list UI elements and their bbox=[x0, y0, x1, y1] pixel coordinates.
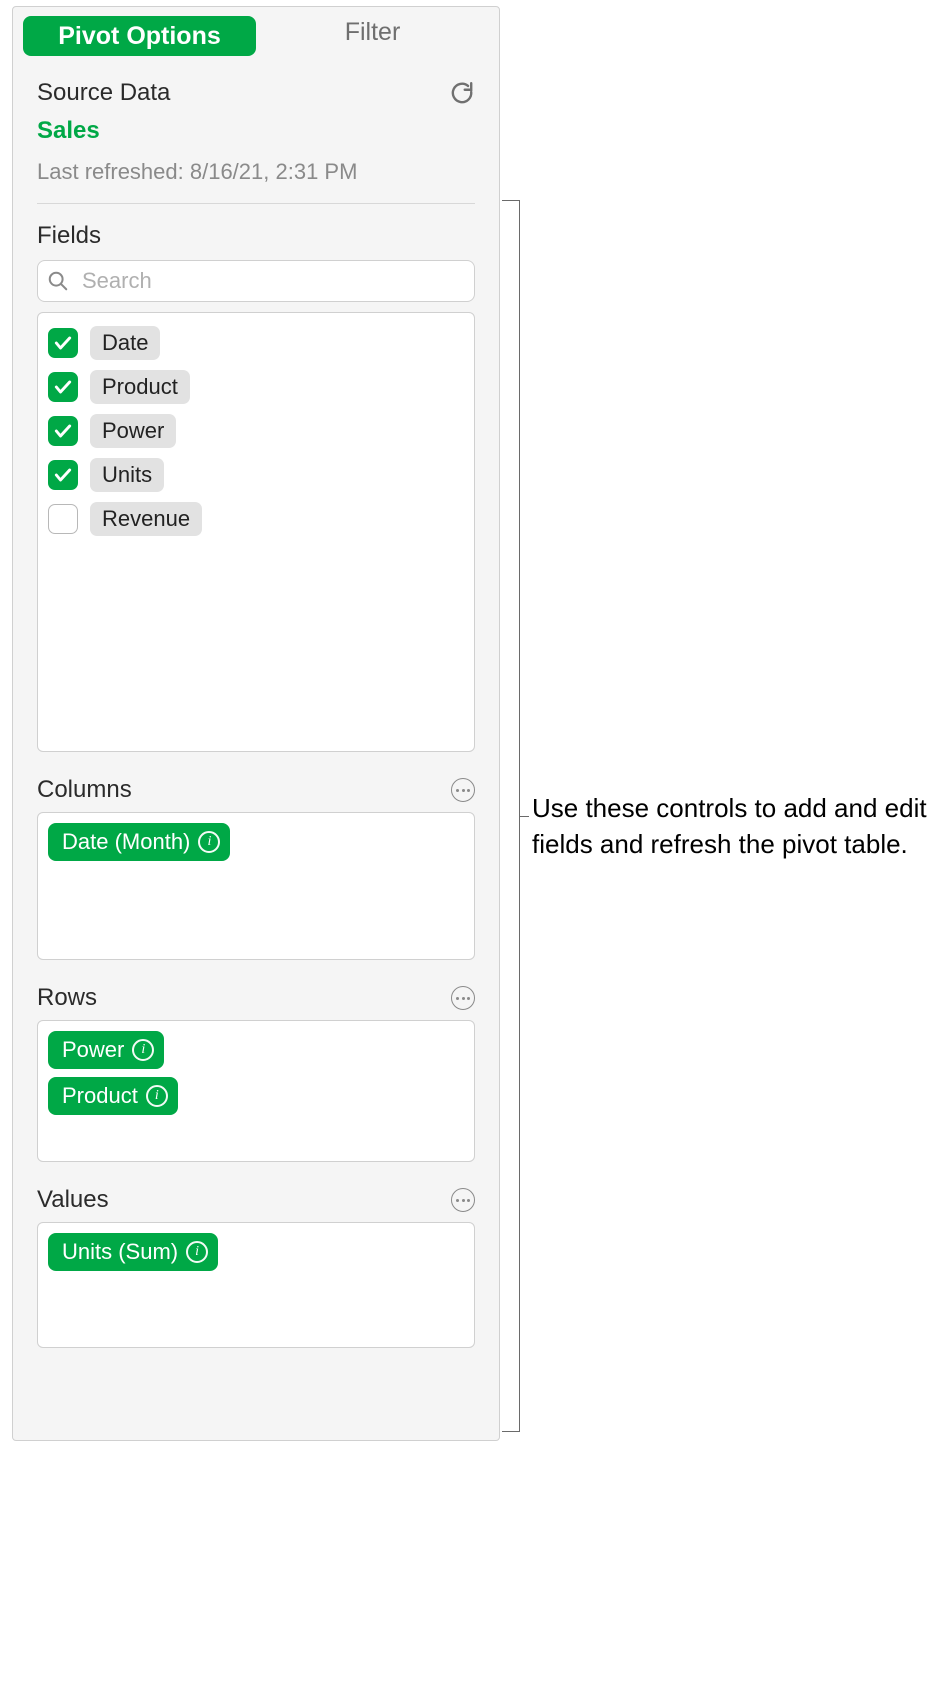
more-icon[interactable] bbox=[451, 778, 475, 802]
field-row-power[interactable]: Power bbox=[48, 409, 464, 453]
field-chip[interactable]: Power bbox=[90, 414, 176, 448]
fields-label: Fields bbox=[37, 222, 475, 250]
refresh-icon[interactable] bbox=[449, 80, 475, 106]
pill-date-month[interactable]: Date (Month) i bbox=[48, 823, 230, 861]
info-icon[interactable]: i bbox=[146, 1085, 168, 1107]
pill-label: Product bbox=[62, 1083, 138, 1109]
pill-label: Date (Month) bbox=[62, 829, 190, 855]
field-row-product[interactable]: Product bbox=[48, 365, 464, 409]
tab-filter[interactable]: Filter bbox=[256, 12, 489, 61]
rows-zone: Rows Power i Product i bbox=[13, 984, 499, 1162]
source-data-name[interactable]: Sales bbox=[37, 117, 475, 145]
pivot-inspector-panel: Pivot Options Filter Source Data Sales L… bbox=[12, 6, 500, 1441]
more-icon[interactable] bbox=[451, 986, 475, 1010]
pill-power[interactable]: Power i bbox=[48, 1031, 164, 1069]
info-icon[interactable]: i bbox=[186, 1241, 208, 1263]
info-icon[interactable]: i bbox=[198, 831, 220, 853]
field-chip[interactable]: Date bbox=[90, 326, 160, 360]
field-chip[interactable]: Units bbox=[90, 458, 164, 492]
info-icon[interactable]: i bbox=[132, 1039, 154, 1061]
checkbox-icon[interactable] bbox=[48, 328, 78, 358]
fields-listbox: Date Product Power Units Revenue bbox=[37, 312, 475, 752]
search-icon bbox=[47, 270, 69, 292]
more-icon[interactable] bbox=[451, 1188, 475, 1212]
columns-dropzone[interactable]: Date (Month) i bbox=[37, 812, 475, 960]
checkbox-icon[interactable] bbox=[48, 504, 78, 534]
checkbox-icon[interactable] bbox=[48, 416, 78, 446]
field-row-date[interactable]: Date bbox=[48, 321, 464, 365]
pill-label: Units (Sum) bbox=[62, 1239, 178, 1265]
tab-pivot-options[interactable]: Pivot Options bbox=[23, 16, 256, 56]
field-chip[interactable]: Product bbox=[90, 370, 190, 404]
rows-label: Rows bbox=[37, 984, 97, 1012]
callout-bracket bbox=[502, 200, 520, 1432]
values-label: Values bbox=[37, 1186, 109, 1214]
pill-label: Power bbox=[62, 1037, 124, 1063]
field-row-revenue[interactable]: Revenue bbox=[48, 497, 464, 541]
rows-dropzone[interactable]: Power i Product i bbox=[37, 1020, 475, 1162]
source-data-label: Source Data bbox=[37, 79, 170, 107]
field-chip[interactable]: Revenue bbox=[90, 502, 202, 536]
callout-text: Use these controls to add and edit field… bbox=[532, 790, 932, 863]
columns-label: Columns bbox=[37, 776, 132, 804]
checkbox-icon[interactable] bbox=[48, 460, 78, 490]
last-refreshed-text: Last refreshed: 8/16/21, 2:31 PM bbox=[37, 159, 475, 185]
divider bbox=[37, 203, 475, 204]
values-zone: Values Units (Sum) i bbox=[13, 1186, 499, 1348]
columns-zone: Columns Date (Month) i bbox=[13, 776, 499, 960]
search-field-wrap bbox=[37, 260, 475, 302]
tab-bar: Pivot Options Filter bbox=[13, 7, 499, 59]
pill-product[interactable]: Product i bbox=[48, 1077, 178, 1115]
pill-units-sum[interactable]: Units (Sum) i bbox=[48, 1233, 218, 1271]
source-data-section: Source Data Sales Last refreshed: 8/16/2… bbox=[13, 59, 499, 185]
search-input[interactable] bbox=[37, 260, 475, 302]
checkbox-icon[interactable] bbox=[48, 372, 78, 402]
field-row-units[interactable]: Units bbox=[48, 453, 464, 497]
values-dropzone[interactable]: Units (Sum) i bbox=[37, 1222, 475, 1348]
